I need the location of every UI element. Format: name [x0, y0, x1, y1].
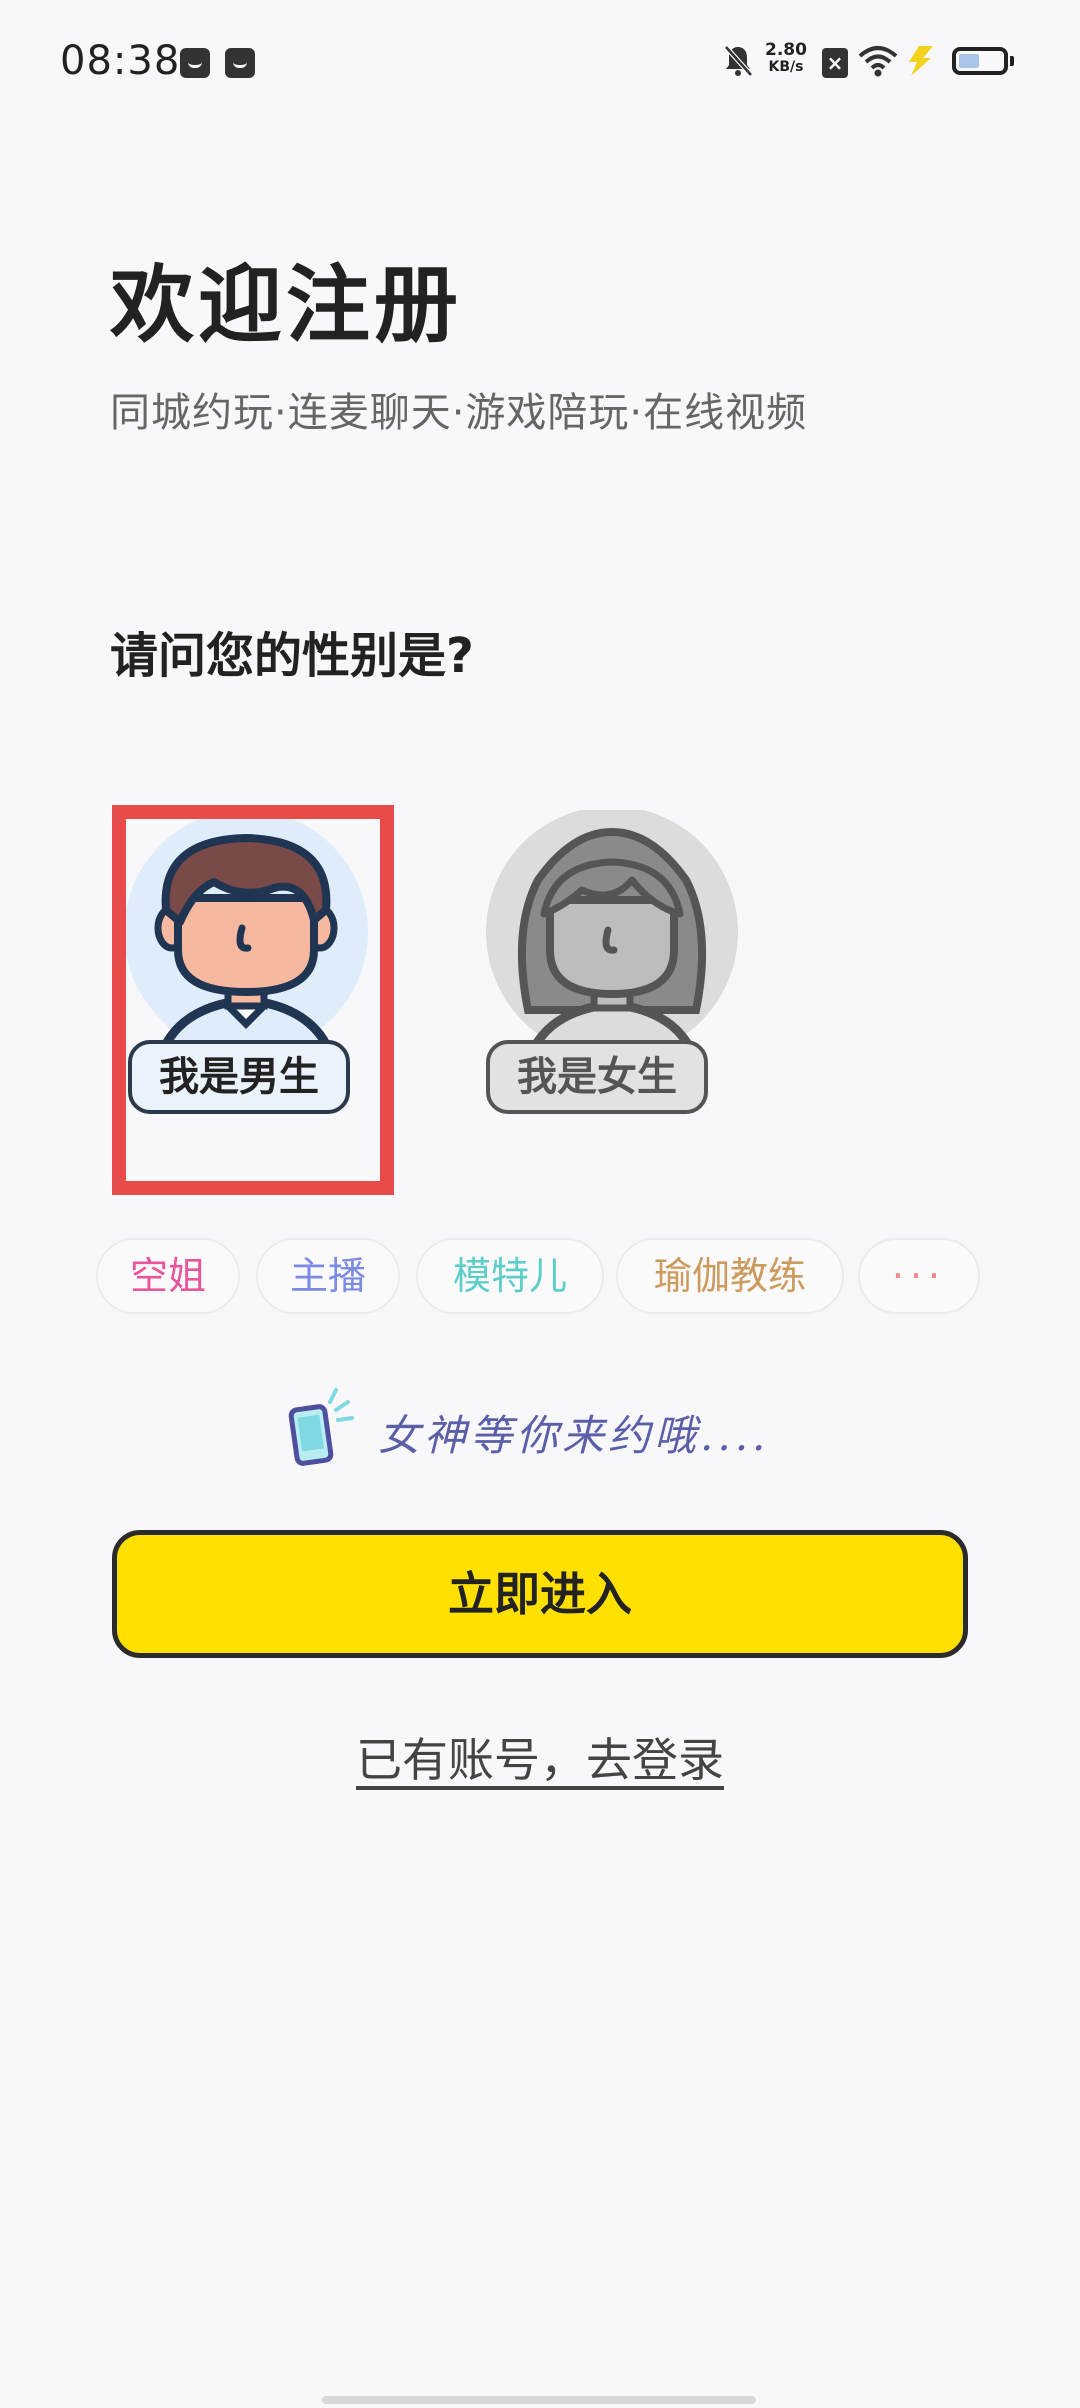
- mute-icon: [724, 45, 753, 77]
- bolt-icon: [909, 46, 933, 76]
- network-speed: 2.80 KB/s: [762, 42, 810, 76]
- phone-icon: [288, 1388, 354, 1466]
- gender-question: 请问您的性别是?: [110, 628, 474, 684]
- network-speed-unit: KB/s: [768, 59, 804, 75]
- login-link[interactable]: 已有账号，去登录: [0, 1724, 1080, 1790]
- inbox-icon: [180, 48, 210, 78]
- register-screen: 08:38 2.80 KB/s × 欢迎注册 同城约玩·连麦聊天·游戏陪玩·在线…: [0, 0, 1080, 2408]
- login-link-label[interactable]: 已有账号，去登录: [356, 1733, 724, 1787]
- female-avatar-icon: [486, 810, 738, 1058]
- slogan: 女神等你来约哦....: [288, 1388, 808, 1468]
- selection-frame: [112, 805, 394, 1195]
- status-bar: 08:38 2.80 KB/s ×: [0, 0, 1080, 126]
- tag-yoga-coach[interactable]: 瑜伽教练: [616, 1238, 844, 1314]
- gender-option-female[interactable]: 我是女生: [482, 810, 752, 1180]
- tag-more[interactable]: ···: [858, 1238, 980, 1314]
- tag-stewardess[interactable]: 空姐: [96, 1238, 240, 1314]
- status-time: 08:38: [60, 38, 181, 84]
- enter-button[interactable]: 立即进入: [112, 1530, 968, 1658]
- slogan-text: 女神等你来约哦....: [378, 1411, 770, 1460]
- network-speed-value: 2.80: [765, 40, 807, 60]
- tag-model[interactable]: 模特儿: [416, 1238, 604, 1314]
- page-subtitle: 同城约玩·连麦聊天·游戏陪玩·在线视频: [110, 390, 808, 436]
- bag-icon: [225, 48, 255, 78]
- home-indicator[interactable]: [322, 2396, 756, 2404]
- tag-streamer[interactable]: 主播: [256, 1238, 400, 1314]
- sim-icon: ×: [822, 48, 848, 78]
- female-label: 我是女生: [486, 1040, 708, 1114]
- wifi-icon: [858, 46, 898, 77]
- page-title: 欢迎注册: [110, 256, 463, 354]
- profession-tags: 空姐 主播 模特儿 瑜伽教练 ···: [96, 1238, 996, 1314]
- battery-icon: [952, 47, 1014, 75]
